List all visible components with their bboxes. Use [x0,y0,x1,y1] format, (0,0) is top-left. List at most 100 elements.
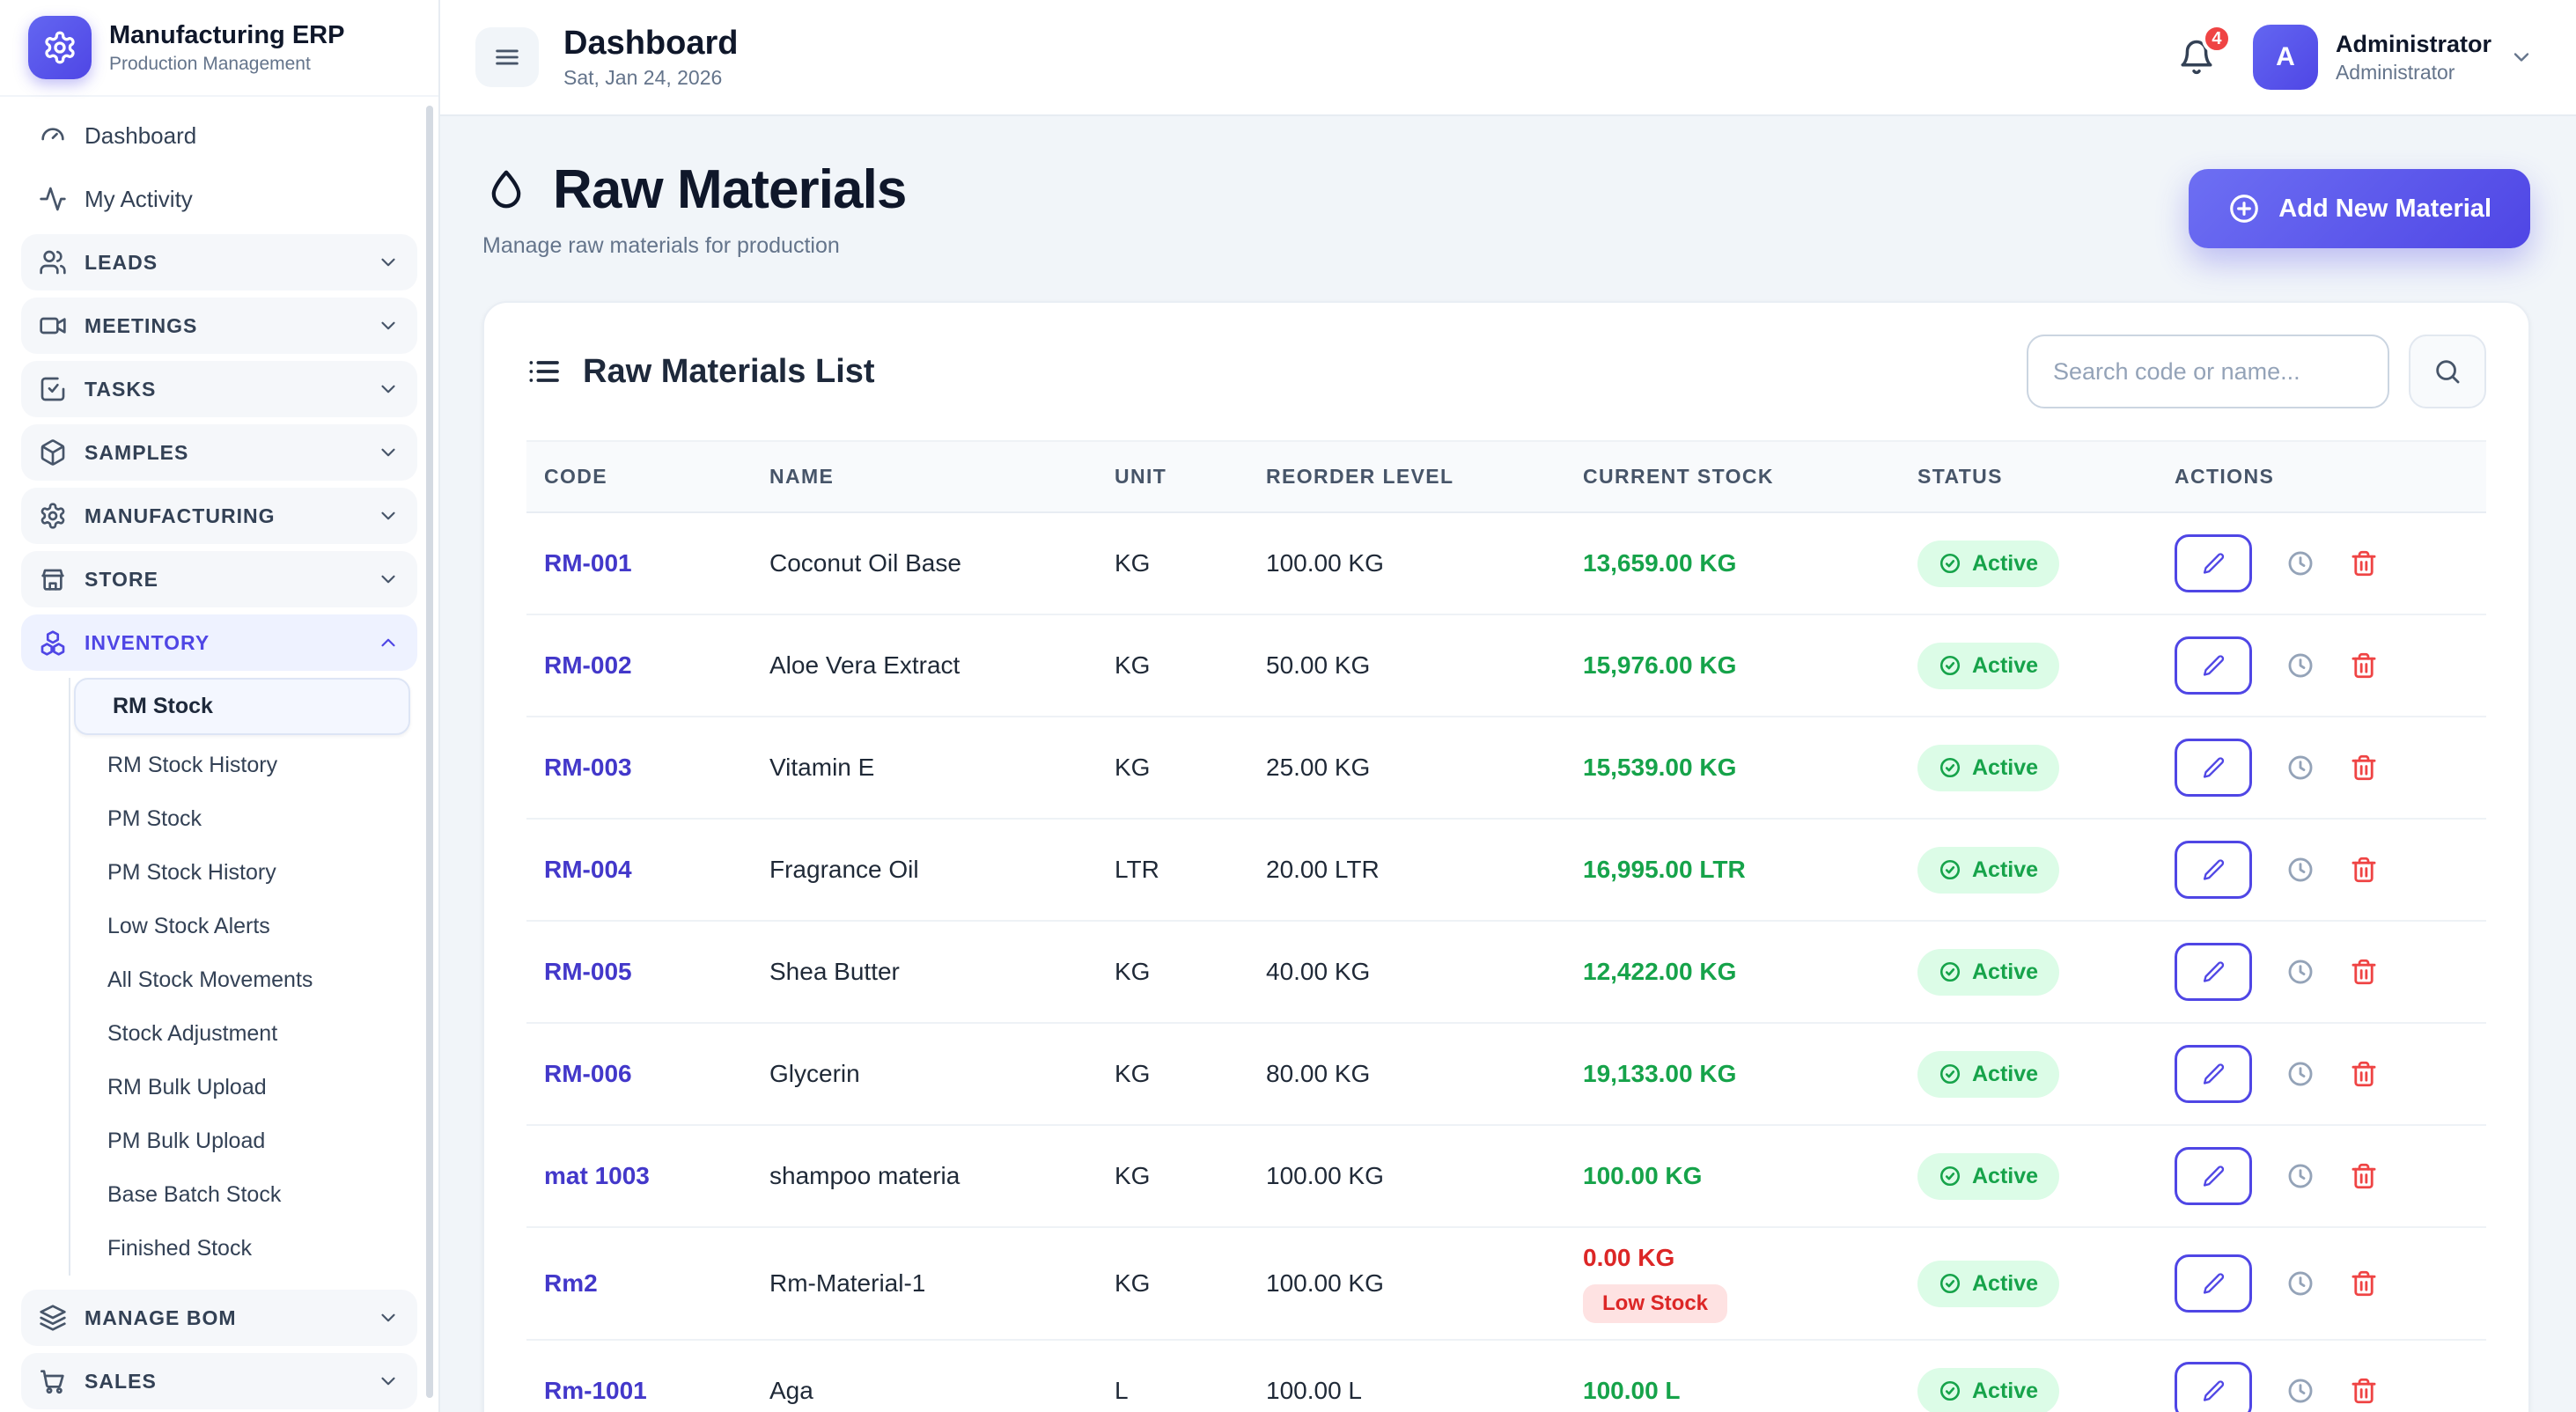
history-button[interactable] [2285,1269,2315,1298]
clock-icon [2285,1269,2315,1298]
history-button[interactable] [2285,1161,2315,1191]
sidebar-subitem[interactable]: Stock Adjustment [70,1007,410,1061]
sidebar-item-leads[interactable]: LEADS [21,234,417,290]
chevron-down-icon [377,568,400,591]
search-button[interactable] [2409,335,2486,408]
history-button[interactable] [2285,651,2315,680]
reorder-level: 25.00 KG [1248,717,1565,819]
table-row: Rm2 Rm-Material-1 KG 100.00 KG 0.00 KG L… [526,1227,2486,1340]
plus-circle-icon [2227,192,2261,225]
sidebar-subitem[interactable]: All Stock Movements [70,953,410,1007]
add-new-material-button[interactable]: Add New Material [2189,169,2530,248]
delete-button[interactable] [2349,1161,2379,1191]
material-code-link[interactable]: RM-002 [544,651,632,679]
history-button[interactable] [2285,957,2315,987]
sidebar-item-manage-bom[interactable]: MANAGE BOM [21,1290,417,1346]
delete-button[interactable] [2349,651,2379,680]
material-code-link[interactable]: RM-004 [544,856,632,883]
history-button[interactable] [2285,548,2315,578]
history-button[interactable] [2285,1376,2315,1406]
delete-button[interactable] [2349,548,2379,578]
edit-button[interactable] [2175,943,2252,1001]
table-row: RM-003 Vitamin E KG 25.00 KG 15,539.00 K… [526,717,2486,819]
delete-button[interactable] [2349,957,2379,987]
gear-icon [39,502,67,530]
material-unit: KG [1097,1227,1248,1340]
edit-button[interactable] [2175,636,2252,695]
table-row: RM-006 Glycerin KG 80.00 KG 19,133.00 KG… [526,1023,2486,1125]
reorder-level: 100.00 KG [1248,1227,1565,1340]
sidebar-subitem[interactable]: Low Stock Alerts [70,900,410,953]
pencil-icon [2201,1379,2226,1403]
delete-button[interactable] [2349,1376,2379,1406]
delete-button[interactable] [2349,1269,2379,1298]
search-icon [2432,357,2462,386]
sidebar-item-dashboard[interactable]: Dashboard [21,107,417,164]
edit-button[interactable] [2175,841,2252,899]
card-title: Raw Materials List [526,353,875,391]
edit-button[interactable] [2175,1254,2252,1313]
sidebar-subitem[interactable]: PM Bulk Upload [70,1114,410,1168]
sidebar-subitem[interactable]: RM Bulk Upload [70,1061,410,1114]
sidebar-subitem[interactable]: RM Stock History [70,739,410,792]
sidebar-subitem[interactable]: PM Stock [70,792,410,846]
page-header: Raw Materials Manage raw materials for p… [482,158,2530,259]
trash-icon [2349,1269,2379,1298]
material-code-link[interactable]: RM-001 [544,549,632,577]
material-code-link[interactable]: Rm2 [544,1269,598,1297]
material-code-link[interactable]: RM-006 [544,1060,632,1087]
sidebar-item-manufacturing[interactable]: MANUFACTURING [21,488,417,544]
material-code-link[interactable]: RM-003 [544,754,632,781]
history-button[interactable] [2285,855,2315,885]
sidebar-subitem[interactable]: Finished Stock [70,1222,410,1276]
current-stock-value: 15,976.00 KG [1583,651,1882,680]
sidebar-item-meetings[interactable]: MEETINGS [21,298,417,354]
chevron-down-icon [377,441,400,464]
material-code-link[interactable]: Rm-1001 [544,1377,647,1404]
edit-button[interactable] [2175,534,2252,592]
reorder-level: 80.00 KG [1248,1023,1565,1125]
delete-button[interactable] [2349,855,2379,885]
sidebar-item-tasks[interactable]: TASKS [21,361,417,417]
reorder-level: 20.00 LTR [1248,819,1565,921]
sidebar-item-store[interactable]: STORE [21,551,417,607]
material-code-link[interactable]: mat 1003 [544,1162,650,1189]
reorder-level: 100.00 KG [1248,512,1565,614]
user-menu[interactable]: A Administrator Administrator [2253,25,2534,90]
material-unit: KG [1097,921,1248,1023]
search-input[interactable] [2027,335,2389,408]
app-brand: Manufacturing ERP Production Management [0,0,438,97]
history-button[interactable] [2285,1059,2315,1089]
trash-icon [2349,753,2379,783]
history-button[interactable] [2285,753,2315,783]
current-stock-value: 19,133.00 KG [1583,1060,1882,1088]
material-unit: L [1097,1340,1248,1412]
sidebar-subitem[interactable]: Base Batch Stock [70,1168,410,1222]
sidebar-item-inventory[interactable]: INVENTORY [21,614,417,671]
sidebar-item-sales[interactable]: SALES [21,1353,417,1409]
edit-button[interactable] [2175,739,2252,797]
edit-button[interactable] [2175,1045,2252,1103]
page-subtitle: Manage raw materials for production [482,233,906,259]
boxes-icon [39,629,67,657]
materials-table-body: RM-001 Coconut Oil Base KG 100.00 KG 13,… [526,512,2486,1412]
pencil-icon [2201,755,2226,780]
list-icon [526,354,562,389]
material-code-link[interactable]: RM-005 [544,958,632,985]
table-row: RM-001 Coconut Oil Base KG 100.00 KG 13,… [526,512,2486,614]
reorder-level: 50.00 KG [1248,614,1565,717]
sidebar-item-my-activity[interactable]: My Activity [21,171,417,227]
edit-button[interactable] [2175,1147,2252,1205]
sidebar-item-samples[interactable]: SAMPLES [21,424,417,481]
sidebar-subitem[interactable]: PM Stock History [70,846,410,900]
clock-icon [2285,1161,2315,1191]
material-unit: KG [1097,1125,1248,1227]
sidebar-toggle-button[interactable] [475,27,539,87]
edit-button[interactable] [2175,1362,2252,1412]
sidebar-subitem[interactable]: RM Stock [74,678,410,735]
notifications-button[interactable]: 4 [2165,26,2228,89]
delete-button[interactable] [2349,1059,2379,1089]
delete-button[interactable] [2349,753,2379,783]
current-stock-value: 100.00 KG [1583,1162,1882,1190]
sidebar-scrollbar[interactable] [426,106,433,1398]
